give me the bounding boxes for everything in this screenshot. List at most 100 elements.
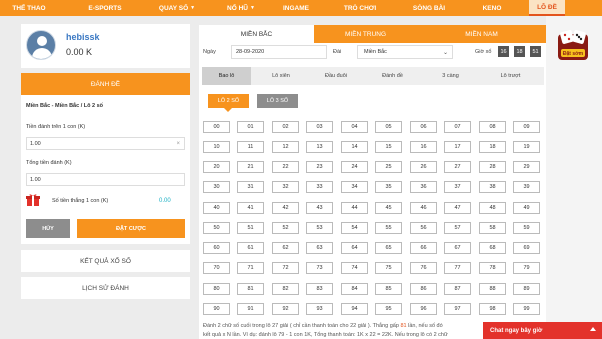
number-cell-28[interactable]: 28 xyxy=(479,161,506,173)
nav-lo-de[interactable]: LÔ ĐỀ xyxy=(529,0,565,16)
number-cell-83[interactable]: 83 xyxy=(306,283,333,295)
number-cell-77[interactable]: 77 xyxy=(444,262,471,274)
number-cell-49[interactable]: 49 xyxy=(513,202,540,214)
tab-3-cang[interactable]: 3 càng xyxy=(424,67,477,85)
number-cell-47[interactable]: 47 xyxy=(444,202,471,214)
number-cell-58[interactable]: 58 xyxy=(479,222,506,234)
number-cell-33[interactable]: 33 xyxy=(306,181,333,193)
number-cell-20[interactable]: 20 xyxy=(203,161,230,173)
number-cell-11[interactable]: 11 xyxy=(237,141,264,153)
number-cell-79[interactable]: 79 xyxy=(513,262,540,274)
number-cell-27[interactable]: 27 xyxy=(444,161,471,173)
total-input[interactable]: 1.00 xyxy=(26,173,185,186)
number-cell-88[interactable]: 88 xyxy=(479,283,506,295)
number-cell-02[interactable]: 02 xyxy=(272,121,299,133)
tab-mien-bac[interactable]: MIỀN BẮC xyxy=(199,25,314,43)
number-cell-66[interactable]: 66 xyxy=(410,242,437,254)
subtab-lo-2-so[interactable]: LÔ 2 SỐ xyxy=(208,94,249,108)
number-cell-64[interactable]: 64 xyxy=(341,242,368,254)
number-cell-45[interactable]: 45 xyxy=(375,202,402,214)
number-cell-37[interactable]: 37 xyxy=(444,181,471,193)
number-cell-50[interactable]: 50 xyxy=(203,222,230,234)
tab-lo-truot[interactable]: Lô trượt xyxy=(477,67,544,85)
number-cell-97[interactable]: 97 xyxy=(444,303,471,315)
number-cell-16[interactable]: 16 xyxy=(410,141,437,153)
number-cell-36[interactable]: 36 xyxy=(410,181,437,193)
number-cell-08[interactable]: 08 xyxy=(479,121,506,133)
number-cell-70[interactable]: 70 xyxy=(203,262,230,274)
number-cell-84[interactable]: 84 xyxy=(341,283,368,295)
live-chat-button[interactable]: Chat ngay bây giờ xyxy=(483,322,602,339)
nav-ingame[interactable]: INGAME xyxy=(279,0,313,16)
number-cell-59[interactable]: 59 xyxy=(513,222,540,234)
nav-esports[interactable]: E-SPORTS xyxy=(80,0,130,16)
clear-icon[interactable]: × xyxy=(176,141,180,147)
number-cell-38[interactable]: 38 xyxy=(479,181,506,193)
number-cell-34[interactable]: 34 xyxy=(341,181,368,193)
number-cell-15[interactable]: 15 xyxy=(375,141,402,153)
number-cell-55[interactable]: 55 xyxy=(375,222,402,234)
number-cell-52[interactable]: 52 xyxy=(272,222,299,234)
tab-danh-de[interactable]: Đánh đề xyxy=(361,67,424,85)
number-cell-03[interactable]: 03 xyxy=(306,121,333,133)
number-cell-56[interactable]: 56 xyxy=(410,222,437,234)
number-cell-31[interactable]: 31 xyxy=(237,181,264,193)
number-cell-89[interactable]: 89 xyxy=(513,283,540,295)
number-cell-18[interactable]: 18 xyxy=(479,141,506,153)
promo-dice-icon[interactable]: Đặt sớm xyxy=(557,28,589,62)
tab-dau-duoi[interactable]: Đầu đuôi xyxy=(311,67,361,85)
nav-tro-choi[interactable]: TRÒ CHƠI xyxy=(340,0,380,16)
number-cell-32[interactable]: 32 xyxy=(272,181,299,193)
tab-bao-lo[interactable]: Bao lô xyxy=(202,67,251,85)
number-cell-00[interactable]: 00 xyxy=(203,121,230,133)
number-cell-12[interactable]: 12 xyxy=(272,141,299,153)
number-cell-74[interactable]: 74 xyxy=(341,262,368,274)
number-cell-39[interactable]: 39 xyxy=(513,181,540,193)
number-cell-76[interactable]: 76 xyxy=(410,262,437,274)
number-cell-25[interactable]: 25 xyxy=(375,161,402,173)
number-cell-87[interactable]: 87 xyxy=(444,283,471,295)
nav-no-hu[interactable]: NỔ HŨ ▼ xyxy=(221,0,261,16)
number-cell-71[interactable]: 71 xyxy=(237,262,264,274)
number-cell-19[interactable]: 19 xyxy=(513,141,540,153)
number-cell-57[interactable]: 57 xyxy=(444,222,471,234)
number-cell-51[interactable]: 51 xyxy=(237,222,264,234)
nav-keno[interactable]: KENO xyxy=(476,0,508,16)
number-cell-14[interactable]: 14 xyxy=(341,141,368,153)
number-cell-98[interactable]: 98 xyxy=(479,303,506,315)
number-cell-48[interactable]: 48 xyxy=(479,202,506,214)
number-cell-65[interactable]: 65 xyxy=(375,242,402,254)
nav-quay-so[interactable]: QUAY SỐ ▼ xyxy=(152,0,202,16)
number-cell-17[interactable]: 17 xyxy=(444,141,471,153)
number-cell-67[interactable]: 67 xyxy=(444,242,471,254)
number-cell-99[interactable]: 99 xyxy=(513,303,540,315)
number-cell-04[interactable]: 04 xyxy=(341,121,368,133)
number-cell-07[interactable]: 07 xyxy=(444,121,471,133)
number-cell-82[interactable]: 82 xyxy=(272,283,299,295)
number-cell-72[interactable]: 72 xyxy=(272,262,299,274)
number-cell-92[interactable]: 92 xyxy=(272,303,299,315)
number-cell-40[interactable]: 40 xyxy=(203,202,230,214)
number-cell-43[interactable]: 43 xyxy=(306,202,333,214)
number-cell-90[interactable]: 90 xyxy=(203,303,230,315)
number-cell-44[interactable]: 44 xyxy=(341,202,368,214)
number-cell-63[interactable]: 63 xyxy=(306,242,333,254)
tab-mien-nam[interactable]: MIỀN NAM xyxy=(417,25,546,43)
number-cell-22[interactable]: 22 xyxy=(272,161,299,173)
number-cell-53[interactable]: 53 xyxy=(306,222,333,234)
number-cell-23[interactable]: 23 xyxy=(306,161,333,173)
cancel-button[interactable]: HỦY xyxy=(26,219,70,238)
number-cell-85[interactable]: 85 xyxy=(375,283,402,295)
number-cell-30[interactable]: 30 xyxy=(203,181,230,193)
number-cell-81[interactable]: 81 xyxy=(237,283,264,295)
number-cell-93[interactable]: 93 xyxy=(306,303,333,315)
number-cell-54[interactable]: 54 xyxy=(341,222,368,234)
number-cell-61[interactable]: 61 xyxy=(237,242,264,254)
number-cell-60[interactable]: 60 xyxy=(203,242,230,254)
bet-history-link[interactable]: LỊCH SỬ ĐÁNH xyxy=(21,277,190,299)
tab-lo-xien[interactable]: Lô xiên xyxy=(251,67,311,85)
place-bet-button[interactable]: ĐẶT CƯỢC xyxy=(77,219,185,238)
date-input[interactable]: 28-09-2020 xyxy=(231,45,327,59)
number-cell-69[interactable]: 69 xyxy=(513,242,540,254)
lottery-results-link[interactable]: KẾT QUẢ XỔ SỐ xyxy=(21,250,190,272)
